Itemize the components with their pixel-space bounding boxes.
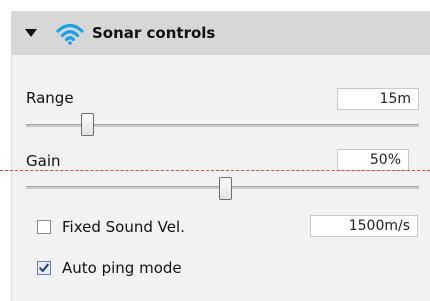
checkmark-icon: [39, 263, 49, 272]
gain-input[interactable]: 50%: [337, 149, 409, 171]
sound-vel-input[interactable]: 1500m/s: [310, 215, 418, 237]
sonar-controls-panel: Sonar controls Range 15m Gain 50% Fixed …: [11, 11, 430, 301]
panel-header[interactable]: Sonar controls: [12, 11, 430, 55]
range-label: Range: [26, 89, 74, 107]
auto-ping-checkbox[interactable]: [37, 261, 51, 275]
range-slider-handle[interactable]: [81, 113, 94, 136]
fixed-sound-vel-label[interactable]: Fixed Sound Vel.: [62, 217, 185, 237]
gain-label: Gain: [26, 152, 61, 170]
guide-line: [0, 170, 430, 171]
fixed-sound-vel-checkbox[interactable]: [37, 220, 51, 234]
panel-title: Sonar controls: [92, 24, 216, 42]
gain-slider-handle[interactable]: [219, 177, 232, 200]
range-input[interactable]: 15m: [337, 88, 419, 110]
wifi-signal-icon: [56, 23, 84, 45]
auto-ping-label[interactable]: Auto ping mode: [62, 258, 182, 278]
triangle-down-icon[interactable]: [25, 29, 37, 37]
